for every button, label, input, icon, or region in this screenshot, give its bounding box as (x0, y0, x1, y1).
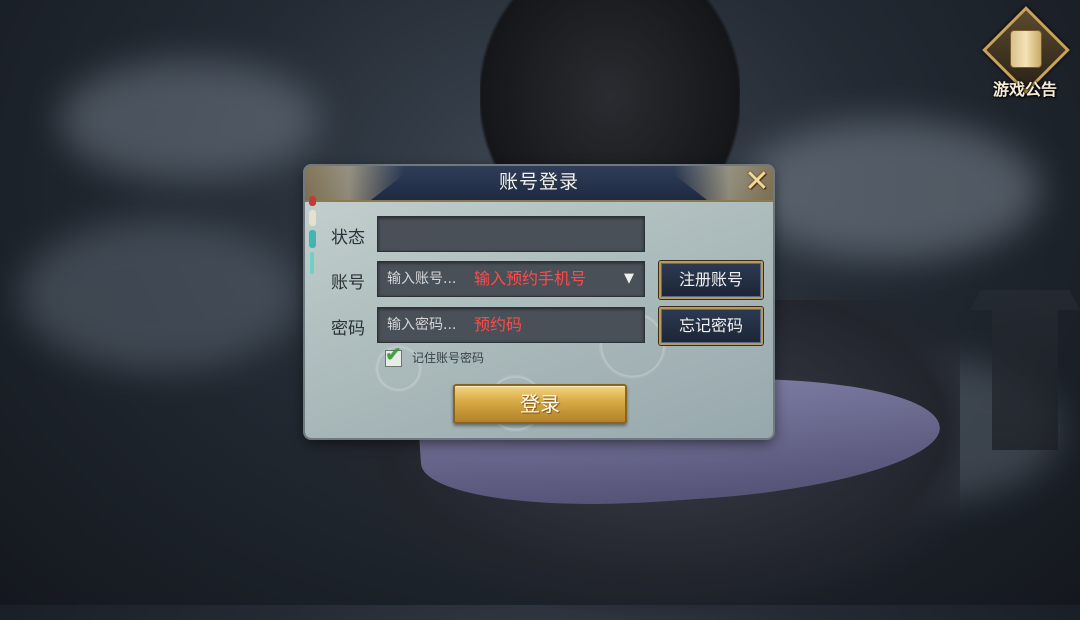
close-icon[interactable]: ✕ (743, 167, 771, 197)
background-cloud (60, 60, 320, 180)
dropdown-arrow-icon[interactable]: ▼ (624, 262, 634, 296)
notice-label: 游戏公告 (992, 80, 1057, 99)
password-label: 密码 (331, 319, 365, 339)
dialog-title: 账号登录 (498, 171, 579, 193)
status-field (377, 216, 645, 252)
remember-label: 记住账号密码 (412, 351, 485, 365)
password-input[interactable]: 输入密码... 预约码 (377, 307, 645, 343)
password-hint: 预约码 (474, 315, 523, 334)
status-label: 状态 (331, 228, 365, 248)
account-input[interactable]: 输入账号... 输入预约手机号 ▼ (377, 261, 645, 297)
forgot-password-button[interactable]: 忘记密码 (659, 307, 763, 345)
password-placeholder: 输入密码... (387, 317, 457, 333)
checkmark-icon: ✔ (385, 342, 402, 366)
login-button[interactable]: 登录 (453, 384, 627, 424)
account-label: 账号 (331, 273, 365, 293)
background-cloud (740, 120, 1040, 260)
register-account-button[interactable]: 注册账号 (659, 261, 763, 299)
account-hint: 输入预约手机号 (474, 269, 587, 288)
login-dialog: 账号登录 ✕ 状态 账号 输入账号... 输入预约手机号 ▼ 注册账号 密码 输… (305, 166, 773, 438)
game-notice-button[interactable]: 游戏公告 (982, 6, 1072, 100)
scroll-icon (1010, 30, 1042, 68)
tassel-ornament (307, 196, 317, 274)
dialog-header: 账号登录 ✕ (305, 166, 773, 202)
account-placeholder: 输入账号... (387, 271, 457, 287)
background-cloud (20, 220, 300, 370)
